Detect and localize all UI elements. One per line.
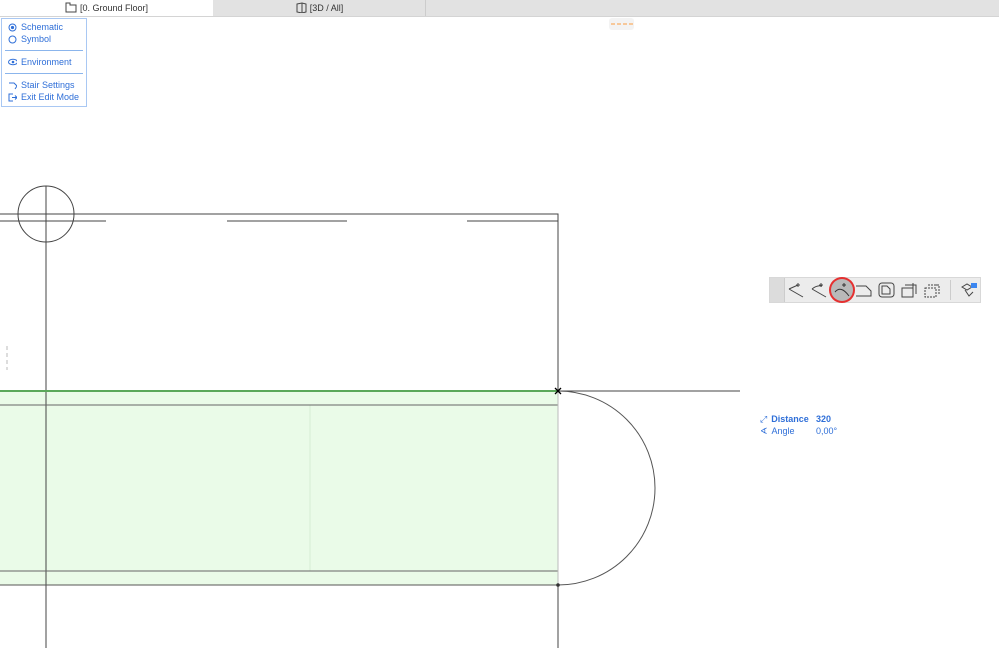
angle-label: Angle [771, 425, 795, 436]
stair-settings-button[interactable]: Stair Settings [2, 79, 86, 91]
add-polygon-icon[interactable] [898, 279, 921, 301]
exit-edit-mode-button[interactable]: Exit Edit Mode [2, 91, 86, 103]
chamfer-icon[interactable] [853, 279, 876, 301]
radio-selected-icon [8, 23, 17, 32]
stair-selection-area[interactable] [0, 391, 558, 585]
radio-icon [8, 35, 17, 44]
environment-label: Environment [21, 57, 72, 67]
distance-label: Distance [771, 413, 809, 424]
schematic-radio[interactable]: Schematic [2, 21, 86, 33]
stair-settings-label: Stair Settings [21, 80, 75, 90]
exit-edit-mode-label: Exit Edit Mode [21, 92, 80, 102]
floor-plan-canvas[interactable] [0, 0, 999, 648]
pet-palette [769, 277, 981, 303]
curve-edge-icon[interactable] [808, 279, 831, 301]
vertex-node[interactable] [556, 583, 560, 587]
eye-icon [8, 58, 17, 67]
fillet-polygon-icon[interactable] [875, 279, 898, 301]
divider [5, 73, 83, 74]
palette-grip[interactable] [770, 278, 785, 302]
distance-value[interactable]: 320 [816, 414, 831, 424]
offset-edge-icon[interactable] [785, 279, 808, 301]
subtract-polygon-icon[interactable] [921, 279, 944, 301]
divider [950, 280, 952, 300]
schematic-label: Schematic [21, 22, 64, 32]
distance-icon: ⤢ [760, 413, 768, 424]
environment-button[interactable]: Environment [2, 56, 86, 68]
angle-value[interactable]: 0,00° [816, 426, 837, 436]
arc-fillet-icon[interactable] [830, 279, 853, 301]
stair-settings-icon [8, 81, 17, 90]
angle-icon: ∢ [760, 425, 768, 436]
arc-preview [557, 390, 656, 586]
distance-row[interactable]: ⤢ Distance 320 [760, 413, 837, 425]
tracker: ⤢ Distance 320 ∢ Angle 0,00° [760, 413, 837, 437]
symbol-label: Symbol [21, 34, 52, 44]
angle-row[interactable]: ∢ Angle 0,00° [760, 425, 837, 437]
symbol-radio[interactable]: Symbol [2, 33, 86, 45]
settings-icon[interactable] [957, 279, 980, 301]
divider [5, 50, 83, 51]
stair-edit-palette: Schematic Symbol Environment Stair Setti… [1, 18, 87, 107]
exit-icon [8, 93, 17, 102]
